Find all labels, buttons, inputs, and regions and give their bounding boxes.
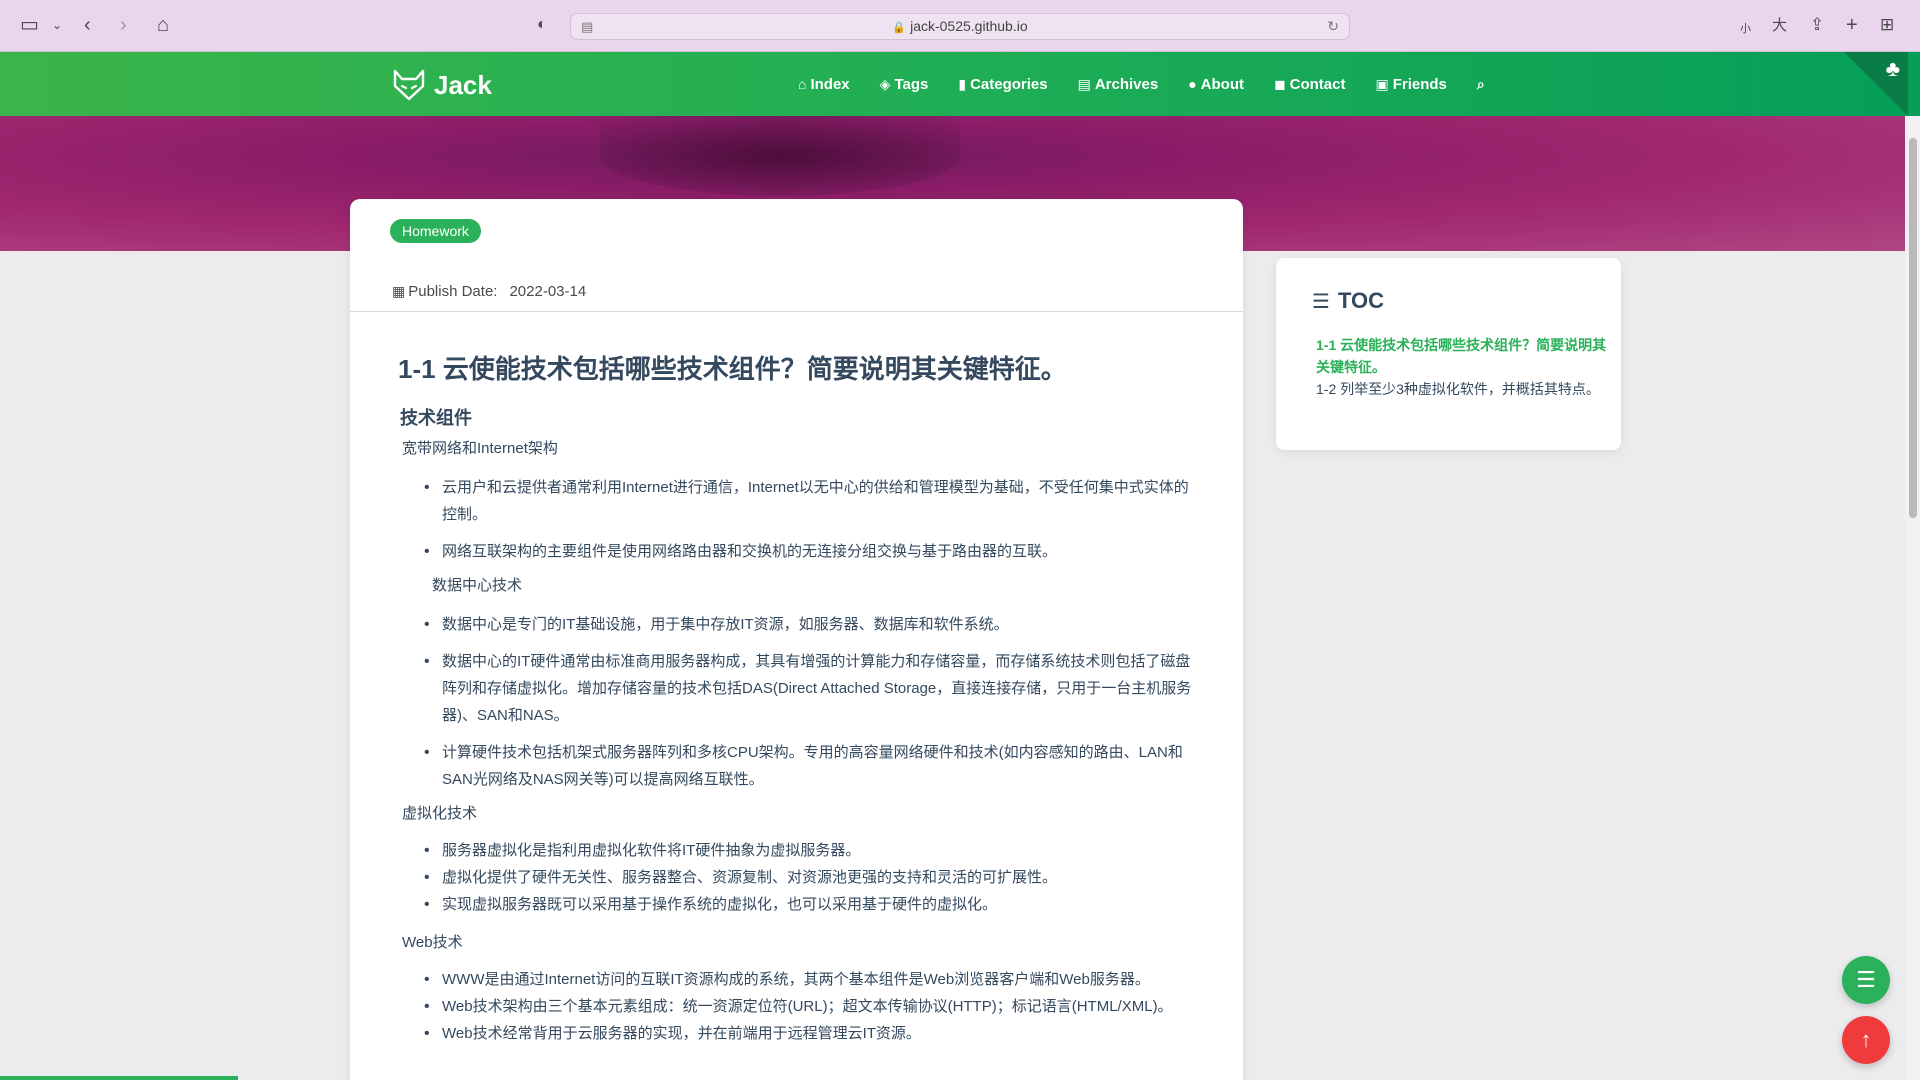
bullet-list: 云用户和云提供者通常利用Internet进行通信，Internet以无中心的供给… bbox=[412, 474, 1198, 565]
list-icon: ☰ bbox=[1856, 967, 1876, 992]
site-logo[interactable]: Jack bbox=[392, 65, 492, 105]
address-book-icon: ▣ bbox=[1375, 75, 1389, 92]
toc-list: 1-1 云使能技术包括哪些技术组件？简要说明其关键特征。 1-2 列举至少3种虚… bbox=[1316, 334, 1616, 400]
sidebar-icon[interactable]: ▭ bbox=[20, 13, 39, 37]
list-item: 实现虚拟服务器既可以采用基于操作系统的虚拟化，也可以采用基于硬件的虚拟化。 bbox=[412, 891, 1198, 918]
nav-tags-label: Tags bbox=[894, 75, 929, 93]
search-icon: ⌕ bbox=[1476, 75, 1485, 92]
subsection-title: 虚拟化技术 bbox=[402, 805, 478, 822]
section-heading: 技术组件 bbox=[400, 408, 472, 428]
scrollbar-thumb[interactable] bbox=[1909, 138, 1917, 518]
nav-categories[interactable]: ▮ Categories bbox=[958, 76, 1047, 93]
nav-archives[interactable]: ▤ Archives bbox=[1078, 76, 1159, 93]
toc-item[interactable]: 1-2 列举至少3种虚拟化软件，并概括其特点。 bbox=[1316, 378, 1616, 400]
nav-about[interactable]: ● About bbox=[1188, 76, 1244, 93]
address-bar[interactable]: ▤ 🔒 jack-0525.github.io ↻ bbox=[570, 13, 1350, 40]
site-navbar: Jack ⌂ Index ◈ Tags ▮ Categories ▤ Archives … bbox=[0, 52, 1920, 116]
calendar-icon: ▦ bbox=[392, 283, 406, 299]
list-item: 数据中心是专门的IT基础设施，用于集中存放IT资源，如服务器、数据库和软件系统。 bbox=[412, 611, 1198, 638]
list-item: 计算硬件技术包括机架式服务器阵列和多核CPU架构。专用的高容量网络硬件和技术(如… bbox=[412, 739, 1198, 793]
publish-meta: ▦ Publish Date: 2022-03-14 bbox=[392, 283, 586, 300]
browser-toolbar: ▭ ⌄ ‹ › ⌂ ◐ ▤ 🔒 jack-0525.github.io ↻ 小 大… bbox=[0, 0, 1920, 52]
list-item: 虚拟化提供了硬件无关性、服务器整合、资源复制、对资源池更强的支持和灵活的可扩展性… bbox=[412, 864, 1198, 891]
user-circle-icon: ● bbox=[1188, 76, 1197, 92]
subsection-title: 数据中心技术 bbox=[432, 577, 523, 594]
page-icon: ▤ bbox=[581, 19, 594, 34]
bookmark-icon: ▮ bbox=[958, 75, 967, 92]
nav-categories-label: Categories bbox=[970, 75, 1048, 93]
list-item: 云用户和云提供者通常利用Internet进行通信，Internet以无中心的供给… bbox=[412, 474, 1198, 528]
reload-icon[interactable]: ↻ bbox=[1327, 14, 1339, 39]
list-item: 服务器虚拟化是指利用虚拟化软件将IT硬件抽象为虚拟服务器。 bbox=[412, 837, 1198, 864]
back-icon[interactable]: ‹ bbox=[84, 13, 91, 37]
shield-icon[interactable]: ◐ bbox=[537, 13, 547, 37]
nav-about-label: About bbox=[1200, 75, 1244, 93]
toc-item-active[interactable]: 1-1 云使能技术包括哪些技术组件？简要说明其关键特征。 bbox=[1316, 334, 1616, 378]
url-text: jack-0525.github.io bbox=[910, 18, 1028, 34]
back-to-top-button[interactable]: ↑ bbox=[1842, 1016, 1890, 1064]
subsection-title: 宽带网络和Internet架构 bbox=[402, 440, 558, 457]
post-content: 1-1 云使能技术包括哪些技术组件？简要说明其关键特征。 技术组件 宽带网络和I… bbox=[398, 349, 1198, 1047]
post-tag[interactable]: Homework bbox=[390, 219, 481, 243]
nav-contact-label: Contact bbox=[1289, 75, 1346, 93]
toc-title-text: TOC bbox=[1337, 288, 1384, 313]
nav-index-label: Index bbox=[810, 75, 850, 93]
fox-logo-icon bbox=[393, 69, 425, 101]
tab-overview-icon[interactable]: ⊞ bbox=[1880, 13, 1894, 37]
list-item: WWW是由通过Internet访问的互联IT资源构成的系统，其两个基本组件是We… bbox=[412, 966, 1198, 993]
post-card: Homework ▦ Publish Date: 2022-03-14 1-1 … bbox=[350, 199, 1243, 1080]
publish-date: 2022-03-14 bbox=[509, 283, 587, 300]
list-item: 数据中心的IT硬件通常由标准商用服务器构成，其具有增强的计算能力和存储容量，而存… bbox=[412, 648, 1198, 729]
post-heading: 1-1 云使能技术包括哪些技术组件？简要说明其关键特征。 bbox=[398, 354, 1067, 384]
forward-icon[interactable]: › bbox=[120, 13, 127, 37]
nav-index[interactable]: ⌂ Index bbox=[798, 76, 850, 93]
brand-name: Jack bbox=[434, 69, 492, 100]
search-button[interactable]: ⌕ bbox=[1477, 76, 1489, 93]
github-octocat-icon: ♣ bbox=[1885, 56, 1900, 81]
toc-panel: ☰ TOC 1-1 云使能技术包括哪些技术组件？简要说明其关键特征。 1-2 列… bbox=[1276, 258, 1621, 450]
home-icon: ⌂ bbox=[798, 76, 807, 92]
home-icon[interactable]: ⌂ bbox=[157, 13, 169, 37]
nav-friends-label: Friends bbox=[1392, 75, 1447, 93]
lock-icon: 🔒 bbox=[892, 22, 907, 34]
toc-toggle-button[interactable]: ☰ bbox=[1842, 956, 1890, 1004]
chevron-down-icon[interactable]: ⌄ bbox=[52, 13, 62, 37]
nav-contact[interactable]: ◼ Contact bbox=[1274, 76, 1345, 93]
divider bbox=[350, 311, 1243, 312]
list-item: 网络互联架构的主要组件是使用网络路由器和交换机的无连接分组交换与基于路由器的互联… bbox=[412, 538, 1198, 565]
nav-archives-label: Archives bbox=[1094, 75, 1159, 93]
archive-icon: ▤ bbox=[1077, 75, 1091, 92]
arrow-up-icon: ↑ bbox=[1860, 1027, 1872, 1052]
list-alt-icon: ☰ bbox=[1312, 290, 1330, 313]
comments-icon: ◼ bbox=[1274, 75, 1286, 92]
subsection-title: Web技术 bbox=[402, 934, 463, 951]
bullet-list: 数据中心是专门的IT基础设施，用于集中存放IT资源，如服务器、数据库和软件系统。… bbox=[412, 611, 1198, 793]
publish-label: Publish Date: bbox=[408, 283, 498, 300]
share-icon[interactable]: ⇪ bbox=[1810, 13, 1824, 37]
list-item: Web技术架构由三个基本元素组成：统一资源定位符(URL)；超文本传输协议(HT… bbox=[412, 993, 1198, 1020]
text-small-icon[interactable]: 小 bbox=[1740, 17, 1751, 41]
new-tab-icon[interactable]: + bbox=[1846, 13, 1858, 37]
nav-friends[interactable]: ▣ Friends bbox=[1375, 76, 1446, 93]
bullet-list: WWW是由通过Internet访问的互联IT资源构成的系统，其两个基本组件是We… bbox=[412, 966, 1198, 1047]
nav-tags[interactable]: ◈ Tags bbox=[880, 76, 929, 93]
bullet-list: 服务器虚拟化是指利用虚拟化软件将IT硬件抽象为虚拟服务器。 虚拟化提供了硬件无关… bbox=[412, 837, 1198, 918]
reading-progress-bar bbox=[0, 1076, 238, 1080]
banner-tree-image bbox=[600, 116, 960, 196]
nav-menu: ⌂ Index ◈ Tags ▮ Categories ▤ Archives ● Abou… bbox=[798, 52, 1519, 116]
toc-title: ☰ TOC bbox=[1312, 288, 1384, 314]
list-item: Web技术经常背用于云服务器的实现，并在前端用于远程管理云IT资源。 bbox=[412, 1020, 1198, 1047]
tags-icon: ◈ bbox=[879, 75, 891, 92]
text-large-icon[interactable]: 大 bbox=[1772, 14, 1787, 38]
